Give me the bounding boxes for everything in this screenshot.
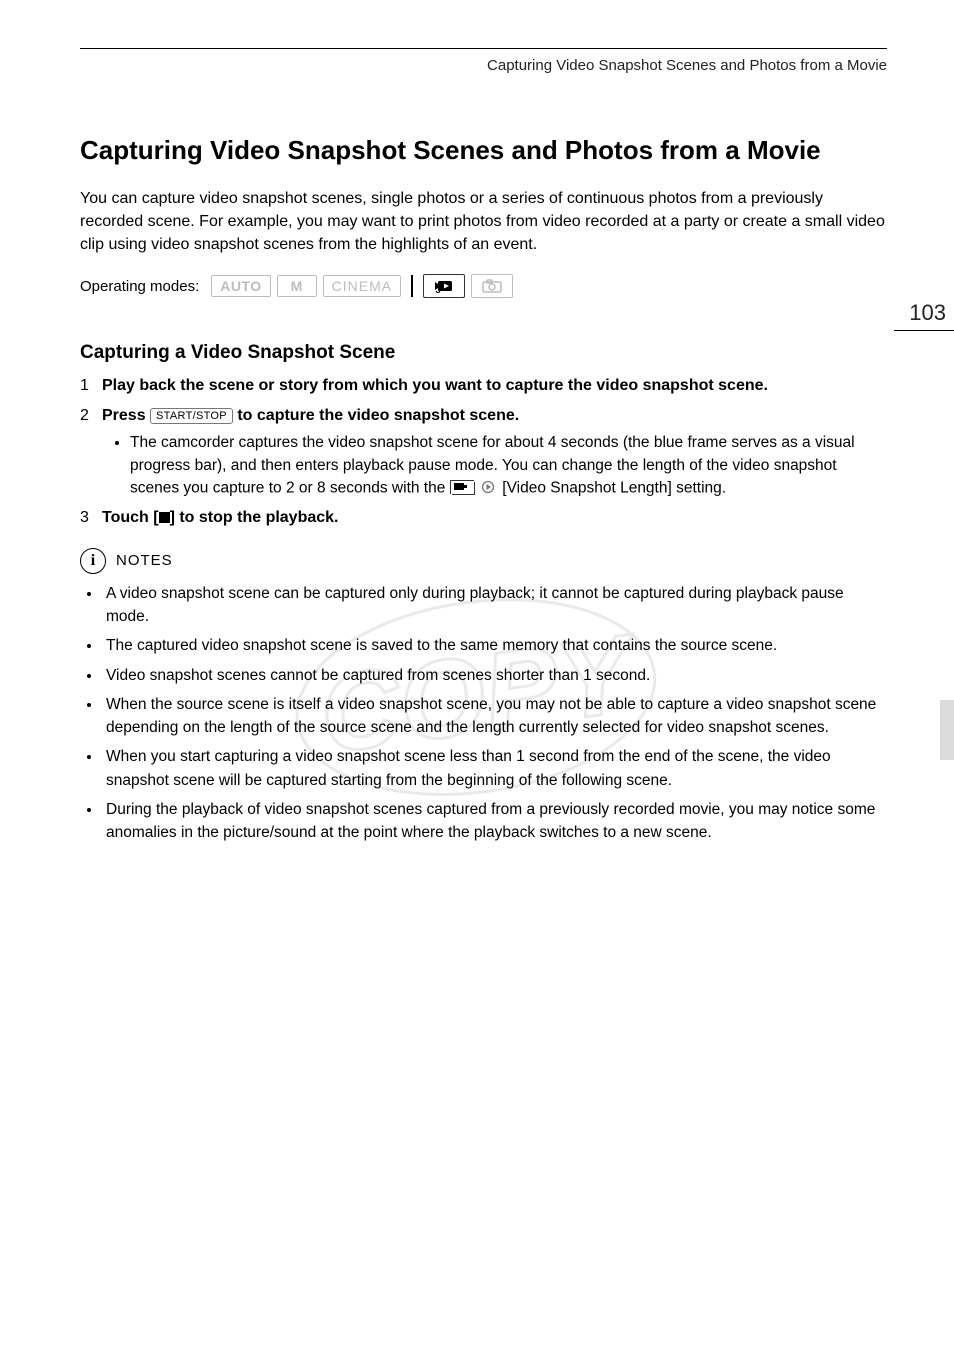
note-item: A video snapshot scene can be captured o… [102, 582, 887, 629]
mode-m: M [277, 275, 317, 297]
mode-cinema: CINEMA [323, 275, 401, 297]
step-3-post: ] to stop the playback. [170, 509, 339, 526]
step-2-pre: Press [102, 407, 150, 424]
page-number: 103 [887, 300, 954, 326]
info-icon: i [80, 548, 106, 574]
step-2-post: to capture the video snapshot scene. [233, 407, 519, 424]
start-stop-key: START/STOP [150, 408, 233, 424]
playback-movie-mode-icon [423, 274, 465, 298]
stop-icon [159, 512, 170, 523]
note-item: During the playback of video snapshot sc… [102, 798, 887, 845]
step-1-text: Play back the scene or story from which … [102, 377, 768, 394]
thumb-tab [940, 700, 954, 760]
step-1: Play back the scene or story from which … [80, 374, 887, 398]
chevron-right-icon [481, 477, 495, 499]
notes-list: A video snapshot scene can be captured o… [80, 582, 887, 845]
notes-label: NOTES [116, 552, 173, 569]
operating-modes-label: Operating modes: [80, 278, 199, 295]
section-heading: Capturing a Video Snapshot Scene [80, 342, 887, 364]
mode-separator [411, 275, 413, 297]
top-rule [80, 48, 887, 49]
note-item: When you start capturing a video snapsho… [102, 745, 887, 792]
page-title: Capturing Video Snapshot Scenes and Phot… [80, 134, 887, 167]
step-3: Touch [ ] to stop the playback. [80, 506, 887, 530]
step-2: Press START/STOP to capture the video sn… [80, 404, 887, 500]
mode-auto: AUTO [211, 275, 270, 297]
playback-photo-mode-icon [471, 274, 513, 298]
step-2-sub-post: [Video Snapshot Length] setting. [502, 479, 726, 496]
page: Capturing Video Snapshot Scenes and Phot… [0, 0, 954, 1352]
note-item: When the source scene is itself a video … [102, 693, 887, 740]
notes-header: i NOTES [80, 548, 887, 574]
step-2-sub: The camcorder captures the video snapsho… [130, 432, 887, 500]
running-head: Capturing Video Snapshot Scenes and Phot… [80, 57, 887, 74]
page-number-rule [894, 330, 954, 331]
page-number-block: 103 [887, 300, 954, 331]
note-item: The captured video snapshot scene is sav… [102, 634, 887, 657]
intro-paragraph: You can capture video snapshot scenes, s… [80, 187, 887, 257]
step-2-sublist: The camcorder captures the video snapsho… [102, 432, 887, 500]
menu-screen-icon [450, 480, 474, 494]
operating-modes-row: Operating modes: AUTO M CINEMA [80, 274, 887, 298]
steps-list: Play back the scene or story from which … [80, 374, 887, 530]
step-3-pre: Touch [ [102, 509, 159, 526]
note-item: Video snapshot scenes cannot be captured… [102, 664, 887, 687]
